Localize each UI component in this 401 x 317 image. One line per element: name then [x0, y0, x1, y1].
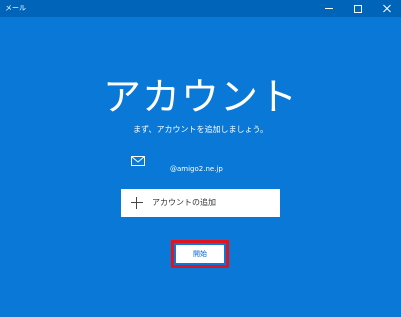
- close-icon: [383, 5, 391, 13]
- maximize-icon: [353, 4, 362, 13]
- page-title: アカウント: [102, 75, 298, 119]
- add-account-button[interactable]: アカウントの追加: [121, 189, 280, 217]
- mail-icon: [131, 156, 145, 166]
- page-subtitle: まず、アカウントを追加しましょう。: [133, 125, 268, 134]
- plus-icon: [131, 197, 143, 209]
- minimize-button[interactable]: [314, 0, 343, 17]
- account-email: @amigo2.ne.jp: [170, 165, 223, 173]
- app-title: メール: [5, 4, 26, 12]
- close-button[interactable]: [372, 0, 401, 17]
- add-account-label: アカウントの追加: [152, 198, 216, 207]
- title-bar: メール: [0, 0, 401, 17]
- minimize-icon: [324, 8, 333, 9]
- maximize-button[interactable]: [343, 0, 372, 17]
- start-button[interactable]: 開始: [176, 245, 224, 263]
